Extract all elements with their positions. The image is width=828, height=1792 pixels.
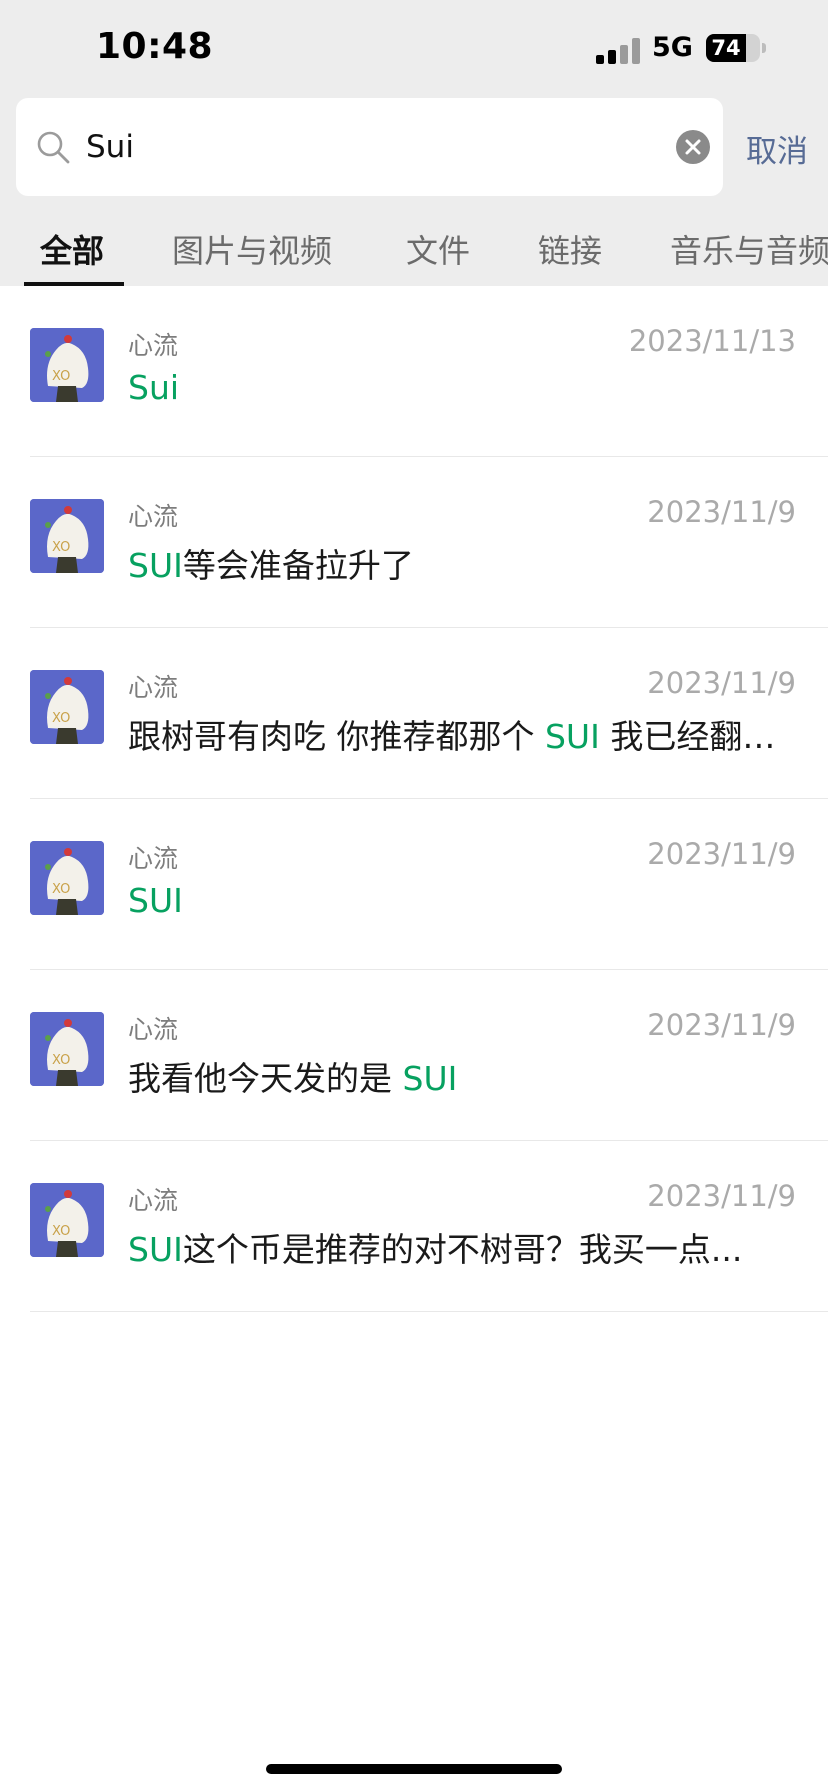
- snippet-highlight: SUI: [128, 1230, 183, 1269]
- category-tabs: 全部 图片与视频 文件 链接 音乐与音频: [0, 226, 828, 286]
- search-header: 10:48 5G 74 取消 全部 图片与视频 文件 链接 音乐与音频: [0, 0, 828, 286]
- snippet-before: 我看他今天发的是: [128, 1059, 403, 1098]
- message-snippet: 跟树哥有肉吃 你推荐都那个 SUI 我已经翻…: [128, 710, 796, 758]
- snippet-highlight: SUI: [402, 1059, 458, 1098]
- sender-name: 心流: [128, 502, 179, 531]
- svg-text:XO: XO: [52, 1053, 70, 1068]
- svg-text:XO: XO: [52, 369, 70, 384]
- cancel-button[interactable]: 取消: [746, 126, 808, 171]
- tab-links[interactable]: 链接: [538, 226, 602, 272]
- avatar: XO: [30, 1183, 104, 1257]
- message-date: 2023/11/9: [647, 1008, 796, 1042]
- message-snippet: SUI: [128, 881, 796, 920]
- search-input[interactable]: [86, 120, 646, 174]
- message-snippet: Sui: [128, 368, 796, 407]
- row-divider: [30, 1311, 828, 1312]
- message-snippet: SUI这个币是推荐的对不树哥？我买一点...: [128, 1223, 796, 1271]
- svg-text:XO: XO: [52, 882, 70, 897]
- message-date: 2023/11/9: [647, 837, 796, 871]
- result-row[interactable]: XO 心流 2023/11/9 SUI等会准备拉升了: [0, 457, 828, 628]
- avatar: XO: [30, 841, 104, 915]
- avatar: XO: [30, 499, 104, 573]
- snippet-highlight: Sui: [128, 368, 180, 407]
- battery-tip: [762, 43, 766, 53]
- snippet-after: 这个币是推荐的对不树哥？我买一点...: [182, 1230, 743, 1269]
- battery-percent: 74: [711, 36, 741, 60]
- message-date: 2023/11/9: [647, 1179, 796, 1213]
- cellular-signal-icon: [596, 36, 640, 64]
- tab-all[interactable]: 全部: [40, 226, 104, 272]
- home-indicator[interactable]: [266, 1764, 562, 1774]
- message-date: 2023/11/9: [647, 495, 796, 529]
- svg-text:XO: XO: [52, 711, 70, 726]
- search-box[interactable]: [16, 98, 723, 196]
- sender-name: 心流: [128, 673, 179, 702]
- sender-name: 心流: [128, 844, 179, 873]
- snippet-before: 跟树哥有肉吃 你推荐都那个: [128, 717, 545, 756]
- avatar: XO: [30, 670, 104, 744]
- snippet-highlight: SUI: [128, 881, 183, 920]
- message-date: 2023/11/13: [628, 324, 796, 358]
- message-snippet: 我看他今天发的是 SUI: [128, 1052, 796, 1100]
- search-icon: [37, 131, 70, 164]
- result-row[interactable]: XO 心流 2023/11/9 SUI这个币是推荐的对不树哥？我买一点...: [0, 1141, 828, 1312]
- network-type: 5G: [652, 32, 693, 63]
- result-row[interactable]: XO 心流 2023/11/9 SUI: [0, 799, 828, 970]
- avatar: XO: [30, 1012, 104, 1086]
- tab-files[interactable]: 文件: [406, 226, 470, 272]
- tab-music-audio[interactable]: 音乐与音频: [670, 226, 828, 272]
- message-snippet: SUI等会准备拉升了: [128, 539, 796, 587]
- result-row[interactable]: XO 心流 2023/11/9 跟树哥有肉吃 你推荐都那个 SUI 我已经翻…: [0, 628, 828, 799]
- result-row[interactable]: XO 心流 2023/11/13 Sui: [0, 286, 828, 457]
- snippet-after: 等会准备拉升了: [182, 546, 414, 585]
- status-time: 10:48: [96, 26, 214, 67]
- result-row[interactable]: XO 心流 2023/11/9 我看他今天发的是 SUI: [0, 970, 828, 1141]
- sender-name: 心流: [128, 1186, 179, 1215]
- snippet-highlight: SUI: [128, 546, 183, 585]
- battery-icon: 74: [706, 34, 760, 62]
- message-date: 2023/11/9: [647, 666, 796, 700]
- snippet-highlight: SUI: [544, 717, 600, 756]
- tab-photos-videos[interactable]: 图片与视频: [172, 226, 332, 272]
- sender-name: 心流: [128, 1015, 179, 1044]
- snippet-after: 我已经翻…: [599, 717, 776, 756]
- clear-search-icon[interactable]: [676, 130, 710, 164]
- svg-text:XO: XO: [52, 540, 70, 555]
- sender-name: 心流: [128, 331, 179, 360]
- avatar: XO: [30, 328, 104, 402]
- svg-text:XO: XO: [52, 1224, 70, 1239]
